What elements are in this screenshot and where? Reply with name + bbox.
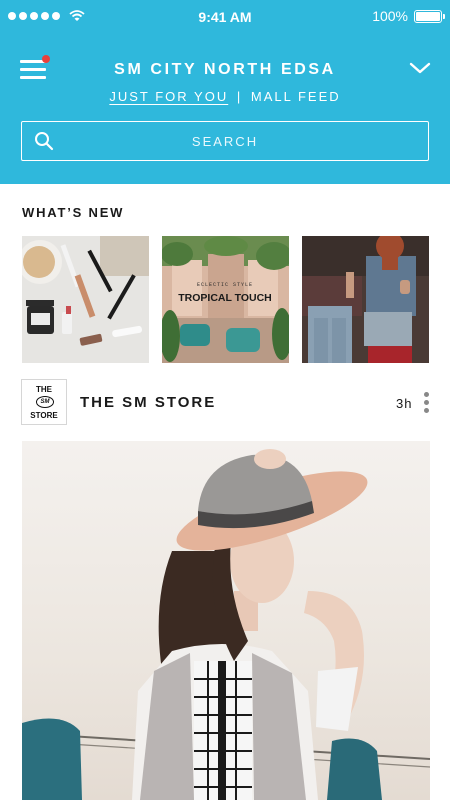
app-header: 9:41 AM 100% SM CITY NORTH EDSA JUST FOR… <box>0 0 450 184</box>
thumb-caption: TROPICAL TOUCH <box>178 292 272 304</box>
tab-separator: | <box>236 89 243 104</box>
logo-line-1: THE <box>36 385 52 394</box>
whats-new-item-denim[interactable] <box>302 236 429 363</box>
battery-icon <box>414 9 445 23</box>
whats-new-item-cosmetics[interactable] <box>22 236 149 363</box>
logo-line-3: STORE <box>30 411 58 420</box>
mall-title[interactable]: SM CITY NORTH EDSA <box>0 61 450 79</box>
logo-line-2: SM <box>36 396 54 408</box>
search-input[interactable] <box>62 128 388 154</box>
store-name[interactable]: THE SM STORE <box>80 394 216 411</box>
feed-tabs: JUST FOR YOU | MALL FEED <box>0 89 450 104</box>
whats-new-item-tropical-touch[interactable]: ECLECTIC STYLE TROPICAL TOUCH <box>162 236 289 363</box>
search-bar[interactable] <box>21 121 429 161</box>
status-bar: 9:41 AM 100% <box>0 0 450 34</box>
store-logo[interactable]: THE SM STORE <box>21 379 67 425</box>
tab-just-for-you[interactable]: JUST FOR YOU <box>109 89 228 104</box>
post-timestamp: 3h <box>396 396 413 411</box>
chevron-down-icon[interactable] <box>408 60 432 76</box>
tab-mall-feed[interactable]: MALL FEED <box>251 89 341 104</box>
whats-new-heading: WHAT’S NEW <box>22 205 125 220</box>
thumb-caption-small: ECLECTIC STYLE <box>197 282 253 288</box>
search-icon <box>35 132 54 151</box>
more-vertical-icon[interactable] <box>420 391 432 415</box>
post-image[interactable] <box>22 441 430 800</box>
battery-percent: 100% <box>372 8 408 24</box>
battery-status: 100% <box>372 8 445 24</box>
